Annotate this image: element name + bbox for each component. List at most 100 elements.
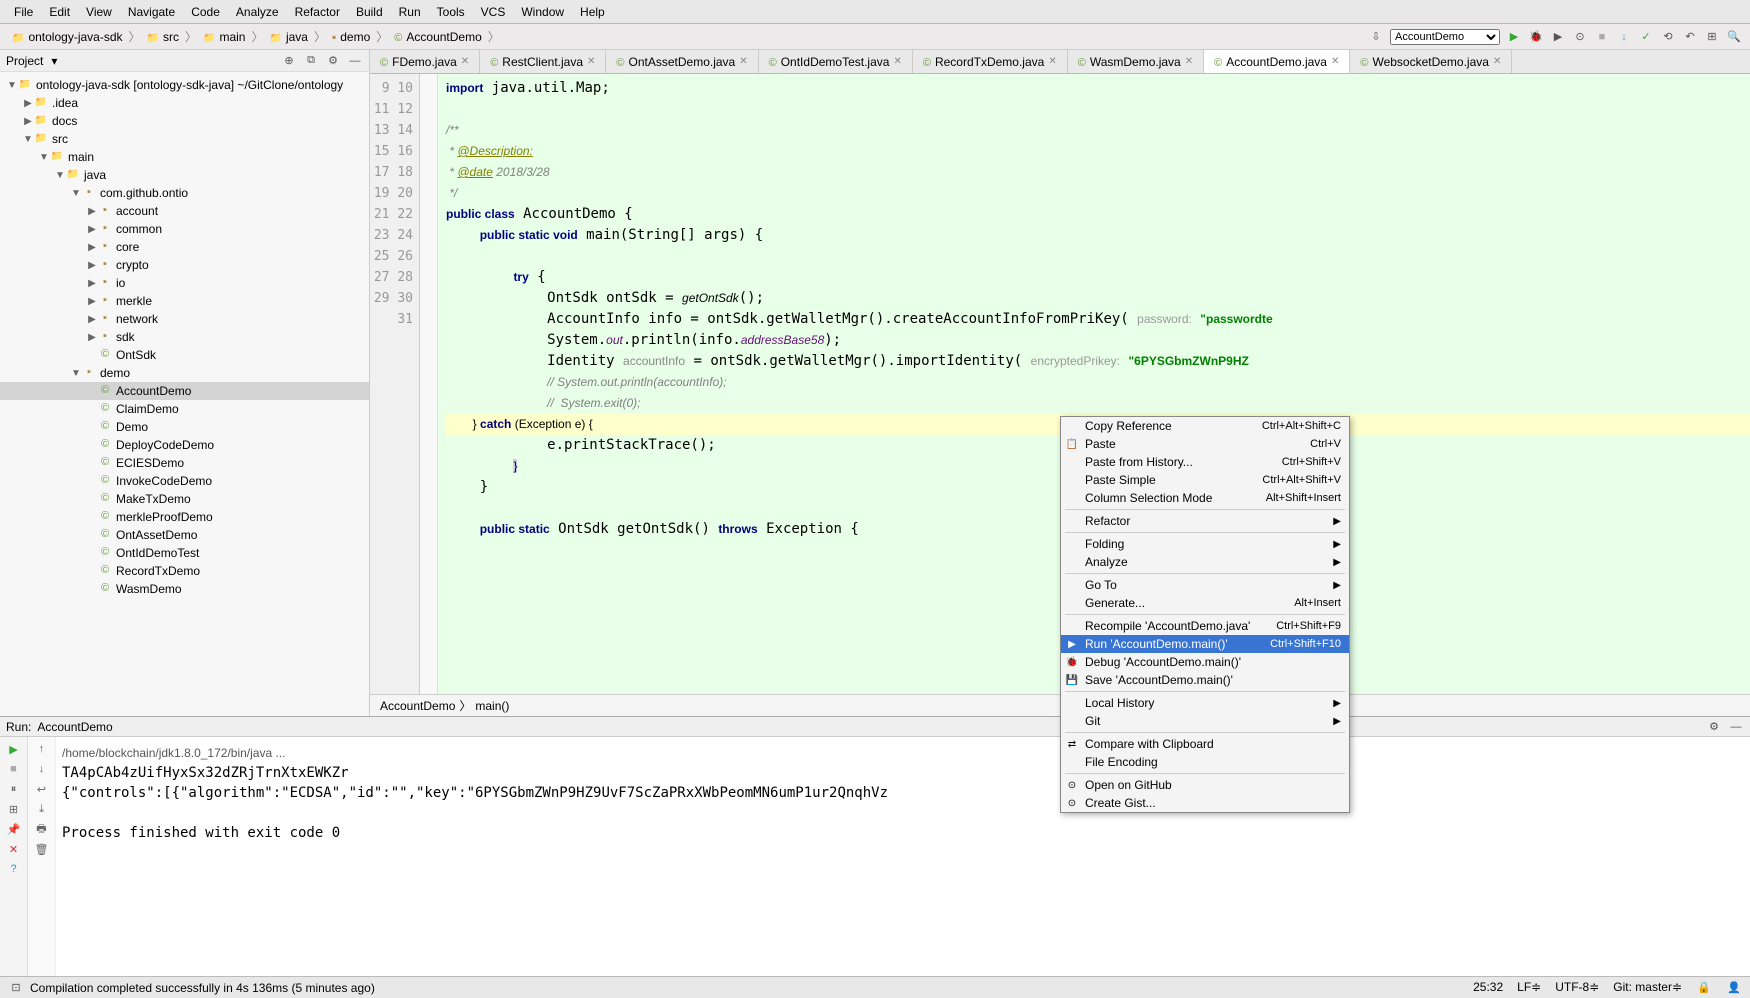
tree-twisty-icon[interactable]: ▶ [86,206,98,217]
editor-tab[interactable]: AccountDemo.java✕ [1204,50,1350,73]
status-position[interactable]: 25:32 [1473,980,1503,996]
context-menu-item[interactable]: ⊙Open on GitHub [1061,776,1349,794]
context-menu-item[interactable]: Folding▶ [1061,535,1349,553]
context-menu-item[interactable]: Local History▶ [1061,694,1349,712]
line-number-gutter[interactable]: 9 10 11 12 13 14 15 16 17 18 19 20 21 22… [370,74,420,694]
tree-twisty-icon[interactable]: ▶ [86,224,98,235]
tree-twisty-icon[interactable]: ▶ [86,242,98,253]
breadcrumb-project[interactable]: ontology-java-sdk [8,30,127,44]
stop-icon[interactable]: ■ [1594,29,1610,45]
menu-help[interactable]: Help [572,3,613,21]
menu-navigate[interactable]: Navigate [120,3,183,21]
tree-twisty-icon[interactable]: ▼ [70,368,82,379]
status-git[interactable]: Git: master≑ [1613,980,1682,996]
tree-twisty-icon[interactable]: ▼ [22,134,34,145]
soft-wrap-icon[interactable]: ↩ [34,781,50,797]
editor-tab[interactable]: OntIdDemoTest.java✕ [759,50,913,73]
print-icon[interactable]: 🖶 [34,821,50,837]
tree-item[interactable]: RecordTxDemo [0,562,369,580]
menu-refactor[interactable]: Refactor [287,3,348,21]
tree-twisty-icon[interactable]: ▼ [38,152,50,163]
history-icon[interactable]: ⟲ [1660,29,1676,45]
menu-tools[interactable]: Tools [429,3,473,21]
breadcrumb-java[interactable]: java [265,30,311,44]
tree-item[interactable]: Demo [0,418,369,436]
collapse-all-icon[interactable]: ⧉ [303,53,319,69]
menu-run[interactable]: Run [391,3,429,21]
search-icon[interactable]: 🔍 [1726,29,1742,45]
close-icon[interactable]: ✕ [893,56,901,67]
profile-icon[interactable]: ⊙ [1572,29,1588,45]
rerun-icon[interactable]: ▶ [6,741,22,757]
tree-twisty-icon[interactable]: ▼ [6,80,18,91]
lock-icon[interactable]: 🔒 [1696,980,1712,996]
tree-item[interactable]: ▼java [0,166,369,184]
pause-icon[interactable]: ⏸ [6,781,22,797]
project-view-label[interactable]: Project [6,54,43,68]
tree-item[interactable]: ▼src [0,130,369,148]
tree-item[interactable]: ▶crypto [0,256,369,274]
tree-item[interactable]: ▶core [0,238,369,256]
tree-item[interactable]: ▼demo [0,364,369,382]
breadcrumb-src[interactable]: src [143,30,183,44]
tree-twisty-icon[interactable]: ▼ [70,188,82,199]
menu-window[interactable]: Window [513,3,572,21]
context-menu-item[interactable]: Paste SimpleCtrl+Alt+Shift+V [1061,471,1349,489]
tree-twisty-icon[interactable]: ▶ [86,278,98,289]
tree-item[interactable]: OntAssetDemo [0,526,369,544]
context-menu-item[interactable]: Git▶ [1061,712,1349,730]
run-config-selector[interactable]: AccountDemo [1390,29,1500,45]
tree-item[interactable]: ECIESDemo [0,454,369,472]
menu-analyze[interactable]: Analyze [228,3,287,21]
context-menu-item[interactable]: ⊙Create Gist... [1061,794,1349,812]
run-console[interactable]: /home/blockchain/jdk1.8.0_172/bin/java .… [56,737,1750,976]
context-menu-item[interactable]: Copy ReferenceCtrl+Alt+Shift+C [1061,417,1349,435]
tree-twisty-icon[interactable]: ▶ [22,98,34,109]
hector-icon[interactable]: 👤 [1726,980,1742,996]
editor-tab[interactable]: OntAssetDemo.java✕ [606,50,758,73]
marker-gutter[interactable] [420,74,438,694]
restore-layout-icon[interactable]: ⊞ [6,801,22,817]
tree-item[interactable]: AccountDemo [0,382,369,400]
context-menu-item[interactable]: 🐞Debug 'AccountDemo.main()' [1061,653,1349,671]
close-icon[interactable]: ✕ [1493,56,1501,67]
update-icon[interactable]: ↓ [1616,29,1632,45]
stop-icon[interactable]: ■ [6,761,22,777]
tree-twisty-icon[interactable]: ▶ [86,260,98,271]
editor-tab[interactable]: FDemo.java✕ [370,50,480,73]
commit-icon[interactable]: ✓ [1638,29,1654,45]
run-icon[interactable]: ▶ [1506,29,1522,45]
make-icon[interactable]: ⇩ [1368,29,1384,45]
tree-item[interactable]: MakeTxDemo [0,490,369,508]
menu-edit[interactable]: Edit [41,3,78,21]
tree-item[interactable]: ▼main [0,148,369,166]
down-icon[interactable]: ↓ [34,761,50,777]
menu-vcs[interactable]: VCS [473,3,514,21]
tree-item[interactable]: merkleProofDemo [0,508,369,526]
tree-item[interactable]: InvokeCodeDemo [0,472,369,490]
menu-code[interactable]: Code [183,3,228,21]
run-config-name[interactable]: AccountDemo [37,720,112,734]
tree-item[interactable]: ▶merkle [0,292,369,310]
close-icon[interactable]: ✕ [6,841,22,857]
tree-twisty-icon[interactable]: ▶ [86,296,98,307]
tree-item[interactable]: ▶io [0,274,369,292]
tree-item[interactable]: ▶sdk [0,328,369,346]
tree-item[interactable]: ▶account [0,202,369,220]
close-icon[interactable]: ✕ [739,56,747,67]
tree-item[interactable]: ▼ontology-java-sdk [ontology-sdk-java] ~… [0,76,369,94]
tree-twisty-icon[interactable]: ▶ [86,314,98,325]
tree-twisty-icon[interactable]: ▶ [86,332,98,343]
context-menu-item[interactable]: Paste from History...Ctrl+Shift+V [1061,453,1349,471]
scroll-to-end-icon[interactable]: ⤓ [34,801,50,817]
tree-twisty-icon[interactable]: ▼ [54,170,66,181]
clear-icon[interactable]: 🗑 [34,841,50,857]
help-icon[interactable]: ? [6,861,22,877]
editor-tab[interactable]: WebsocketDemo.java✕ [1350,50,1512,73]
breadcrumb-demo[interactable]: demo [328,30,374,44]
close-icon[interactable]: ✕ [461,56,469,67]
editor-tab[interactable]: RestClient.java✕ [480,50,606,73]
structure-icon[interactable]: ⊞ [1704,29,1720,45]
context-menu-item[interactable]: ▶Run 'AccountDemo.main()'Ctrl+Shift+F10 [1061,635,1349,653]
project-tree[interactable]: ▼ontology-java-sdk [ontology-sdk-java] ~… [0,72,369,716]
